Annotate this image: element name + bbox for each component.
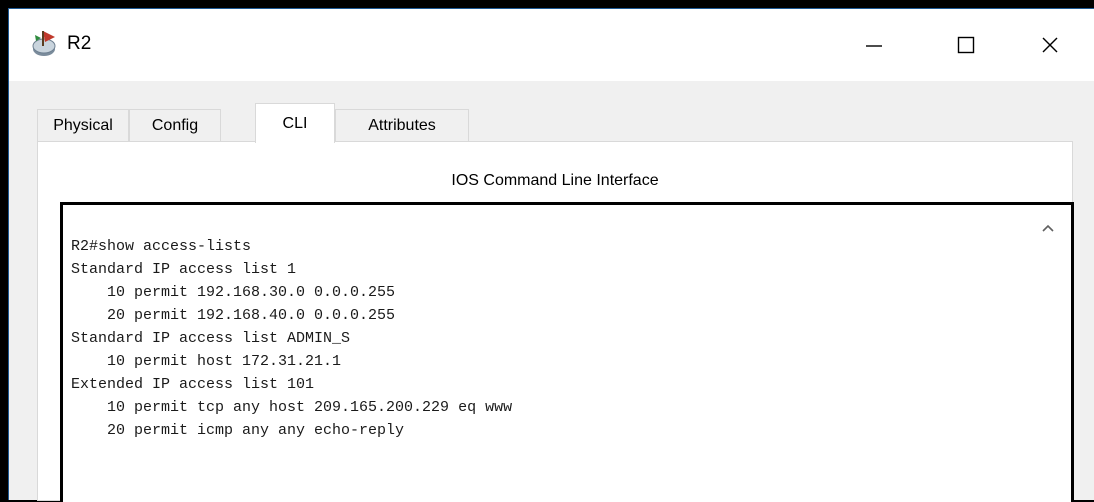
window-title: R2 [67, 33, 92, 54]
terminal-line: 10 permit tcp any host 209.165.200.229 e… [71, 399, 513, 416]
tab-attributes[interactable]: Attributes [335, 109, 469, 141]
terminal-line: Extended IP access list 101 [71, 376, 315, 393]
router-icon [31, 29, 61, 59]
terminal-line: 10 permit 192.168.30.0 0.0.0.255 [71, 284, 396, 301]
scroll-up-icon[interactable] [1041, 223, 1055, 233]
cli-terminal[interactable]: R2#show access-lists Standard IP access … [60, 202, 1074, 502]
maximize-icon [957, 36, 975, 54]
tab-config[interactable]: Config [129, 109, 221, 141]
terminal-line: R2#show access-lists [71, 238, 252, 255]
terminal-line: Standard IP access list ADMIN_S [71, 330, 351, 347]
title-bar[interactable]: R2 [9, 9, 1094, 81]
terminal-line: 20 permit 192.168.40.0 0.0.0.255 [71, 307, 396, 324]
maximize-button[interactable] [935, 9, 997, 81]
minimize-icon [866, 45, 882, 47]
panel-title: IOS Command Line Interface [451, 172, 659, 189]
terminal-line: 20 permit icmp any any echo-reply [71, 422, 405, 439]
minimize-button[interactable] [843, 9, 905, 81]
close-icon [1042, 37, 1058, 53]
terminal-line: Standard IP access list 1 [71, 261, 297, 278]
close-button[interactable] [1019, 9, 1081, 81]
cli-panel: IOS Command Line Interface R2#show acces… [37, 141, 1074, 502]
tab-physical[interactable]: Physical [37, 109, 129, 141]
app-window: R2 Physical Config CLI Attributes IOS Co… [8, 8, 1094, 502]
terminal-line: 10 permit host 172.31.21.1 [71, 353, 342, 370]
tab-cli[interactable]: CLI [255, 103, 335, 143]
terminal-output: R2#show access-lists Standard IP access … [71, 235, 512, 442]
tab-bar: Physical Config CLI Attributes [37, 103, 1077, 143]
